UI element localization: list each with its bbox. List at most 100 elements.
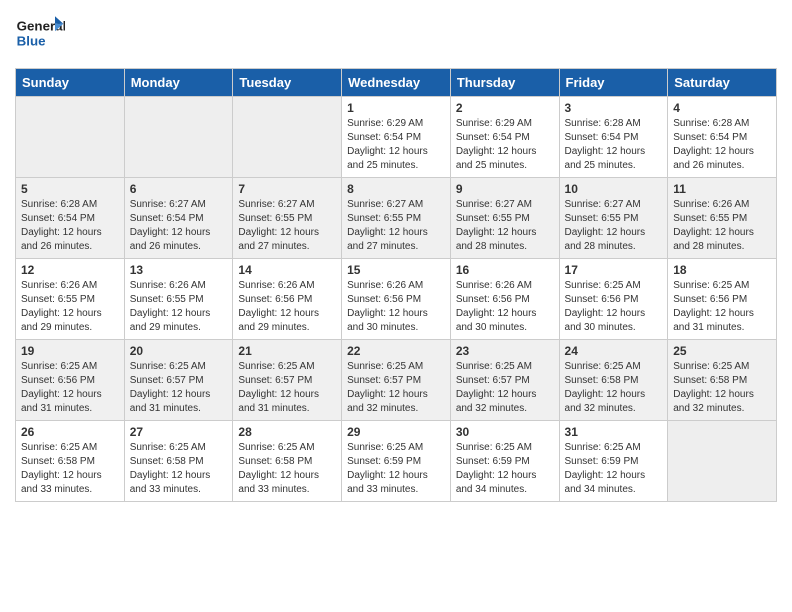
- day-info: Sunrise: 6:25 AM Sunset: 6:57 PM Dayligh…: [238, 360, 336, 416]
- day-info: Sunrise: 6:25 AM Sunset: 6:58 PM Dayligh…: [21, 441, 119, 497]
- day-number: 20: [130, 344, 228, 358]
- day-number: 30: [456, 425, 554, 439]
- calendar-cell: 26 Sunrise: 6:25 AM Sunset: 6:58 PM Dayli…: [16, 421, 125, 502]
- day-info: Sunrise: 6:25 AM Sunset: 6:58 PM Dayligh…: [565, 360, 663, 416]
- day-header-friday: Friday: [559, 69, 668, 97]
- day-number: 9: [456, 182, 554, 196]
- logo: General Blue: [15, 10, 65, 60]
- day-number: 22: [347, 344, 445, 358]
- day-number: 11: [673, 182, 771, 196]
- calendar-cell: 16 Sunrise: 6:26 AM Sunset: 6:56 PM Dayli…: [450, 259, 559, 340]
- calendar-cell: 5 Sunrise: 6:28 AM Sunset: 6:54 PM Daylig…: [16, 178, 125, 259]
- day-number: 16: [456, 263, 554, 277]
- day-number: 17: [565, 263, 663, 277]
- calendar-week-2: 5 Sunrise: 6:28 AM Sunset: 6:54 PM Daylig…: [16, 178, 777, 259]
- day-info: Sunrise: 6:27 AM Sunset: 6:55 PM Dayligh…: [238, 198, 336, 254]
- calendar-cell: 2 Sunrise: 6:29 AM Sunset: 6:54 PM Daylig…: [450, 97, 559, 178]
- day-number: 21: [238, 344, 336, 358]
- calendar-cell: 25Sunrise: 6:25 AM Sunset: 6:58 PM Dayli…: [668, 340, 777, 421]
- svg-text:Blue: Blue: [17, 33, 46, 48]
- calendar-cell: 13 Sunrise: 6:26 AM Sunset: 6:55 PM Dayli…: [124, 259, 233, 340]
- calendar-week-1: 1 Sunrise: 6:29 AM Sunset: 6:54 PM Daylig…: [16, 97, 777, 178]
- day-info: Sunrise: 6:26 AM Sunset: 6:55 PM Dayligh…: [130, 279, 228, 335]
- day-info: Sunrise: 6:25 AM Sunset: 6:59 PM Dayligh…: [565, 441, 663, 497]
- calendar-cell: 31 Sunrise: 6:25 AM Sunset: 6:59 PM Dayli…: [559, 421, 668, 502]
- day-number: 12: [21, 263, 119, 277]
- calendar-table: SundayMondayTuesdayWednesdayThursdayFrid…: [15, 68, 777, 502]
- calendar-cell: 27 Sunrise: 6:25 AM Sunset: 6:58 PM Dayli…: [124, 421, 233, 502]
- day-number: 13: [130, 263, 228, 277]
- day-header-saturday: Saturday: [668, 69, 777, 97]
- day-number: 31: [565, 425, 663, 439]
- day-number: 1: [347, 101, 445, 115]
- day-number: 14: [238, 263, 336, 277]
- day-header-tuesday: Tuesday: [233, 69, 342, 97]
- calendar-cell: [668, 421, 777, 502]
- day-number: 24: [565, 344, 663, 358]
- day-number: 2: [456, 101, 554, 115]
- calendar-cell: 3 Sunrise: 6:28 AM Sunset: 6:54 PM Daylig…: [559, 97, 668, 178]
- day-info: Sunrise: 6:25 AM Sunset: 6:58 PM Dayligh…: [673, 360, 771, 416]
- day-info: Sunrise: 6:26 AM Sunset: 6:55 PM Dayligh…: [673, 198, 771, 254]
- day-number: 15: [347, 263, 445, 277]
- day-header-thursday: Thursday: [450, 69, 559, 97]
- day-header-wednesday: Wednesday: [342, 69, 451, 97]
- calendar-cell: 17 Sunrise: 6:25 AM Sunset: 6:56 PM Dayli…: [559, 259, 668, 340]
- calendar-cell: 22Sunrise: 6:25 AM Sunset: 6:57 PM Dayli…: [342, 340, 451, 421]
- logo-svg: General Blue: [15, 10, 65, 60]
- day-info: Sunrise: 6:28 AM Sunset: 6:54 PM Dayligh…: [565, 117, 663, 173]
- day-info: Sunrise: 6:25 AM Sunset: 6:58 PM Dayligh…: [238, 441, 336, 497]
- calendar-cell: [124, 97, 233, 178]
- calendar-cell: 20Sunrise: 6:25 AM Sunset: 6:57 PM Dayli…: [124, 340, 233, 421]
- calendar-cell: [233, 97, 342, 178]
- header: General Blue: [15, 10, 777, 60]
- calendar-cell: 7 Sunrise: 6:27 AM Sunset: 6:55 PM Daylig…: [233, 178, 342, 259]
- calendar-week-4: 19Sunrise: 6:25 AM Sunset: 6:56 PM Dayli…: [16, 340, 777, 421]
- calendar-cell: 1 Sunrise: 6:29 AM Sunset: 6:54 PM Daylig…: [342, 97, 451, 178]
- day-info: Sunrise: 6:28 AM Sunset: 6:54 PM Dayligh…: [21, 198, 119, 254]
- calendar-cell: 12 Sunrise: 6:26 AM Sunset: 6:55 PM Dayli…: [16, 259, 125, 340]
- day-info: Sunrise: 6:26 AM Sunset: 6:56 PM Dayligh…: [238, 279, 336, 335]
- calendar-cell: 14 Sunrise: 6:26 AM Sunset: 6:56 PM Dayli…: [233, 259, 342, 340]
- day-info: Sunrise: 6:29 AM Sunset: 6:54 PM Dayligh…: [456, 117, 554, 173]
- calendar-cell: 28 Sunrise: 6:25 AM Sunset: 6:58 PM Dayli…: [233, 421, 342, 502]
- day-number: 7: [238, 182, 336, 196]
- calendar-week-5: 26 Sunrise: 6:25 AM Sunset: 6:58 PM Dayli…: [16, 421, 777, 502]
- day-info: Sunrise: 6:26 AM Sunset: 6:55 PM Dayligh…: [21, 279, 119, 335]
- day-number: 26: [21, 425, 119, 439]
- day-info: Sunrise: 6:25 AM Sunset: 6:57 PM Dayligh…: [456, 360, 554, 416]
- day-info: Sunrise: 6:25 AM Sunset: 6:59 PM Dayligh…: [456, 441, 554, 497]
- calendar-cell: 23 Sunrise: 6:25 AM Sunset: 6:57 PM Dayli…: [450, 340, 559, 421]
- day-info: Sunrise: 6:26 AM Sunset: 6:56 PM Dayligh…: [347, 279, 445, 335]
- day-number: 27: [130, 425, 228, 439]
- day-number: 4: [673, 101, 771, 115]
- day-info: Sunrise: 6:26 AM Sunset: 6:56 PM Dayligh…: [456, 279, 554, 335]
- calendar-cell: 19Sunrise: 6:25 AM Sunset: 6:56 PM Dayli…: [16, 340, 125, 421]
- page: General Blue SundayMondayTuesdayWednesda…: [0, 0, 792, 512]
- calendar-cell: 4 Sunrise: 6:28 AM Sunset: 6:54 PM Daylig…: [668, 97, 777, 178]
- calendar-cell: 21 Sunrise: 6:25 AM Sunset: 6:57 PM Dayli…: [233, 340, 342, 421]
- day-number: 8: [347, 182, 445, 196]
- day-info: Sunrise: 6:25 AM Sunset: 6:58 PM Dayligh…: [130, 441, 228, 497]
- day-info: Sunrise: 6:25 AM Sunset: 6:59 PM Dayligh…: [347, 441, 445, 497]
- calendar-cell: 24 Sunrise: 6:25 AM Sunset: 6:58 PM Dayli…: [559, 340, 668, 421]
- day-number: 23: [456, 344, 554, 358]
- day-info: Sunrise: 6:29 AM Sunset: 6:54 PM Dayligh…: [347, 117, 445, 173]
- calendar-header-row: SundayMondayTuesdayWednesdayThursdayFrid…: [16, 69, 777, 97]
- calendar-cell: 10 Sunrise: 6:27 AM Sunset: 6:55 PM Dayli…: [559, 178, 668, 259]
- calendar-cell: 18Sunrise: 6:25 AM Sunset: 6:56 PM Dayli…: [668, 259, 777, 340]
- day-info: Sunrise: 6:27 AM Sunset: 6:55 PM Dayligh…: [456, 198, 554, 254]
- day-number: 28: [238, 425, 336, 439]
- day-info: Sunrise: 6:27 AM Sunset: 6:55 PM Dayligh…: [565, 198, 663, 254]
- calendar-cell: 11 Sunrise: 6:26 AM Sunset: 6:55 PM Dayli…: [668, 178, 777, 259]
- day-info: Sunrise: 6:25 AM Sunset: 6:56 PM Dayligh…: [21, 360, 119, 416]
- day-info: Sunrise: 6:25 AM Sunset: 6:56 PM Dayligh…: [565, 279, 663, 335]
- day-info: Sunrise: 6:25 AM Sunset: 6:56 PM Dayligh…: [673, 279, 771, 335]
- day-header-sunday: Sunday: [16, 69, 125, 97]
- calendar-cell: [16, 97, 125, 178]
- calendar-cell: 15 Sunrise: 6:26 AM Sunset: 6:56 PM Dayli…: [342, 259, 451, 340]
- day-info: Sunrise: 6:28 AM Sunset: 6:54 PM Dayligh…: [673, 117, 771, 173]
- day-number: 3: [565, 101, 663, 115]
- day-number: 10: [565, 182, 663, 196]
- day-number: 5: [21, 182, 119, 196]
